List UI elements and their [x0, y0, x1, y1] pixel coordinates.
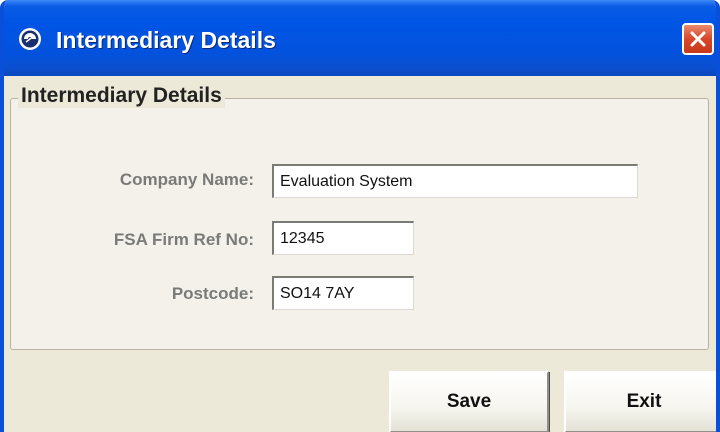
title-bar[interactable]: Intermediary Details [4, 0, 716, 76]
fsa-firm-ref-label: FSA Firm Ref No: [113, 230, 254, 249]
app-logo-icon [19, 28, 41, 50]
close-icon [690, 31, 706, 47]
window-title: Intermediary Details [56, 27, 276, 53]
group-legend: Intermediary Details [18, 84, 225, 108]
company-name-label: Company Name: [119, 170, 254, 189]
fsa-firm-ref-input[interactable] [272, 221, 414, 255]
company-name-input[interactable] [272, 164, 638, 198]
dialog-body: Intermediary Details Company Name: FSA F… [4, 76, 716, 432]
close-button[interactable] [682, 23, 714, 55]
exit-button[interactable]: Exit [564, 371, 716, 432]
save-button[interactable]: Save [389, 371, 549, 432]
postcode-input[interactable] [272, 276, 414, 310]
postcode-label: Postcode: [171, 284, 254, 303]
dialog-window: Intermediary Details Intermediary Detail… [0, 0, 720, 432]
